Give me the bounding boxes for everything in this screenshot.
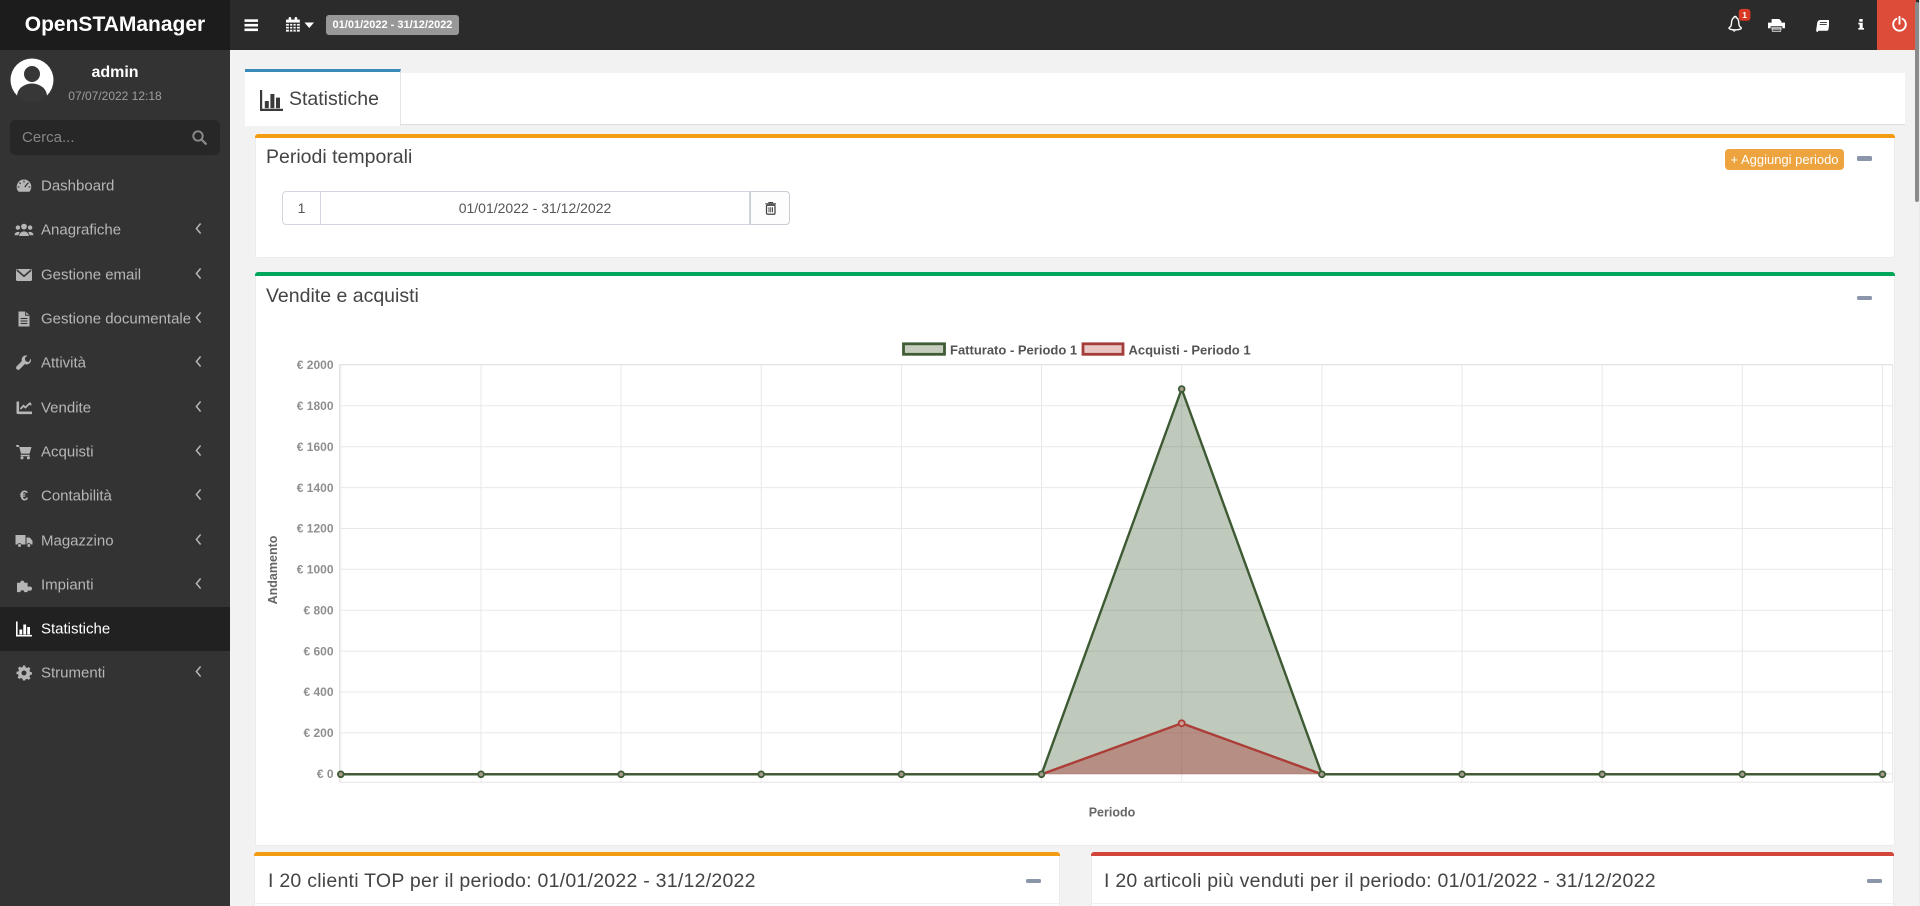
svg-text:€ 600: € 600 bbox=[303, 644, 333, 658]
svg-text:€ 2000: € 2000 bbox=[297, 358, 334, 372]
svg-text:€ 1200: € 1200 bbox=[297, 522, 334, 536]
svg-text:€ 0: € 0 bbox=[317, 767, 334, 781]
svg-text:€ 1600: € 1600 bbox=[297, 440, 334, 454]
svg-text:€ 1400: € 1400 bbox=[297, 481, 334, 495]
svg-text:Acquisti - Periodo 1: Acquisti - Periodo 1 bbox=[1129, 342, 1251, 357]
svg-text:€ 1000: € 1000 bbox=[297, 563, 334, 577]
svg-text:Periodo: Periodo bbox=[1089, 806, 1136, 820]
svg-text:Fatturato - Periodo 1: Fatturato - Periodo 1 bbox=[950, 342, 1077, 357]
svg-text:€ 800: € 800 bbox=[303, 603, 333, 617]
svg-text:€ 200: € 200 bbox=[303, 726, 333, 740]
svg-text:Andamento: Andamento bbox=[266, 535, 280, 604]
svg-text:€ 1800: € 1800 bbox=[297, 399, 334, 413]
svg-text:1: 1 bbox=[1742, 10, 1747, 20]
svg-text:€ 400: € 400 bbox=[303, 685, 333, 699]
